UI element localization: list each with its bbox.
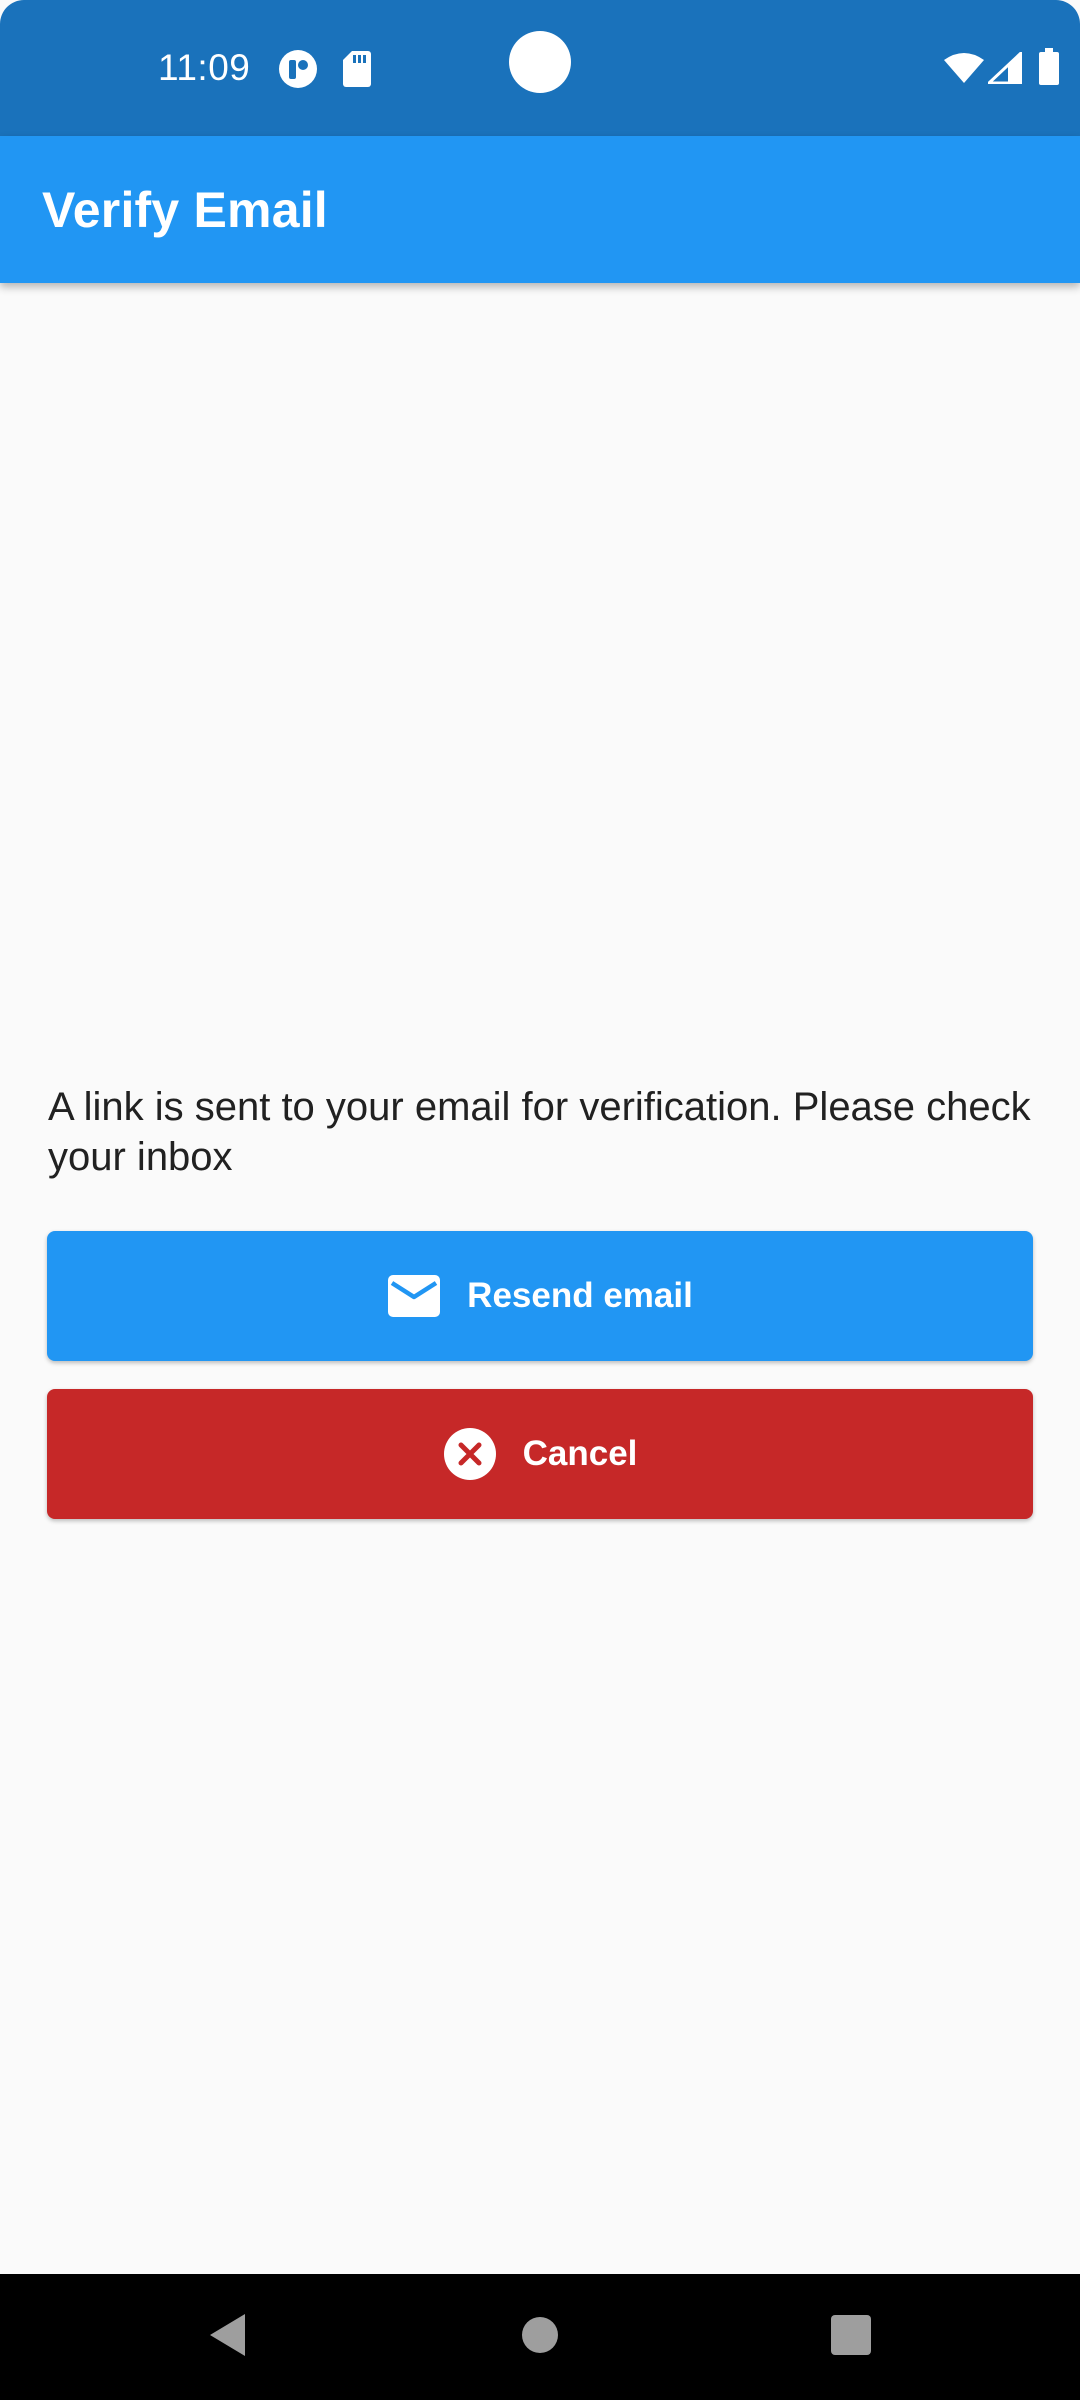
camera-cutout xyxy=(509,31,571,93)
nav-recents-button[interactable] xyxy=(781,2274,921,2400)
home-icon xyxy=(521,2316,559,2359)
nav-home-button[interactable] xyxy=(470,2274,610,2400)
status-time: 11:09 xyxy=(158,47,251,88)
page-title: Verify Email xyxy=(42,182,328,238)
verification-message: A link is sent to your email for verific… xyxy=(48,1085,1031,1179)
cancel-button[interactable]: Cancel xyxy=(47,1389,1033,1519)
navigation-bar xyxy=(0,2274,1080,2400)
nav-back-button[interactable] xyxy=(157,2274,297,2400)
back-icon xyxy=(207,2312,247,2363)
notification-icon xyxy=(278,49,318,94)
battery-icon xyxy=(1038,48,1060,91)
signal-icon xyxy=(985,49,1023,89)
resend-email-button[interactable]: Resend email xyxy=(47,1231,1033,1361)
app-bar: Verify Email xyxy=(0,136,1080,283)
cancel-circle-icon xyxy=(443,1427,497,1481)
recents-icon xyxy=(830,2314,872,2361)
cancel-label: Cancel xyxy=(522,1434,638,1473)
email-icon xyxy=(387,1274,441,1318)
sd-card-icon xyxy=(342,50,372,93)
status-bar: 11:09 xyxy=(0,0,1080,136)
resend-email-label: Resend email xyxy=(467,1276,693,1315)
wifi-icon xyxy=(944,52,984,89)
